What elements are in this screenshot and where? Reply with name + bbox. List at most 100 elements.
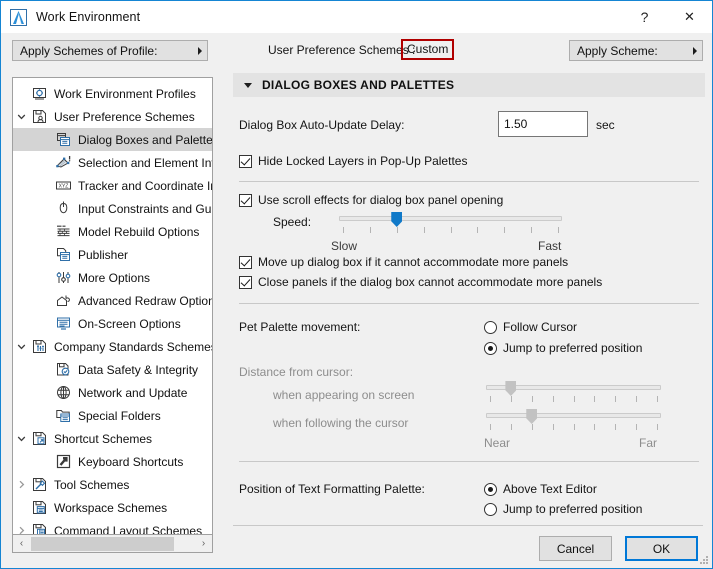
text-formatting-jump-radio[interactable] xyxy=(484,503,497,516)
chevron-down-icon[interactable] xyxy=(13,427,29,450)
sidebar-item-model-rebuild-options[interactable]: Model Rebuild Options xyxy=(13,220,213,243)
data-safety-and-integrity-icon xyxy=(55,361,72,378)
special-folders-icon xyxy=(55,407,72,424)
apply-scheme-dropdown[interactable]: Apply Scheme: xyxy=(569,40,703,61)
chevron-right-icon[interactable] xyxy=(13,473,29,496)
user-preference-schemes-value: Custom xyxy=(407,42,448,56)
sidebar-item-company-standards-schemes[interactable]: Company Standards Schemes xyxy=(13,335,213,358)
sidebar-item-user-preference-schemes[interactable]: User Preference Schemes xyxy=(13,105,213,128)
speed-slider[interactable] xyxy=(339,216,562,236)
tree-horizontal-scrollbar[interactable]: ‹ › xyxy=(12,535,213,553)
chevron-right-icon[interactable] xyxy=(13,519,29,535)
pet-palette-option-jump-to-preferred-position[interactable]: Jump to preferred position xyxy=(484,341,642,355)
auto-update-delay-unit: sec xyxy=(596,118,615,132)
distance-appearing-slider-ticks xyxy=(486,396,661,403)
close-button[interactable]: ✕ xyxy=(667,2,712,33)
sidebar-item-selection-and-element-information[interactable]: Selection and Element Information xyxy=(13,151,213,174)
close-panels-checkbox[interactable] xyxy=(239,276,252,289)
footer-divider xyxy=(233,525,703,526)
workspace-schemes-icon xyxy=(31,499,48,516)
distance-following-slider[interactable] xyxy=(486,413,661,433)
speed-slider-track[interactable] xyxy=(339,216,562,221)
sidebar-item-more-options[interactable]: More Options xyxy=(13,266,213,289)
sidebar-item-shortcut-schemes[interactable]: Shortcut Schemes xyxy=(13,427,213,450)
sidebar-item-network-and-update[interactable]: Network and Update xyxy=(13,381,213,404)
divider xyxy=(239,303,699,304)
use-scroll-effects-checkbox[interactable] xyxy=(239,194,252,207)
scroll-right-icon[interactable]: › xyxy=(195,535,212,552)
cancel-button[interactable]: Cancel xyxy=(539,536,612,561)
chevron-down-icon xyxy=(244,83,252,88)
panel-header[interactable]: DIALOG BOXES AND PALETTES xyxy=(233,73,705,97)
speed-label: Speed: xyxy=(273,215,311,229)
sidebar-item-workspace-schemes[interactable]: Workspace Schemes xyxy=(13,496,213,519)
distance-row-1-label: when following the cursor xyxy=(273,416,408,430)
resize-grip-icon[interactable] xyxy=(699,555,709,565)
work-environment-profiles-icon xyxy=(31,85,48,102)
dialog-boxes-and-palettes-icon xyxy=(55,131,72,148)
sidebar-item-label: Special Folders xyxy=(78,409,161,423)
shortcut-schemes-icon xyxy=(31,430,48,447)
apply-schemes-of-profile-dropdown[interactable]: Apply Schemes of Profile: xyxy=(12,40,208,61)
window-title: Work Environment xyxy=(36,10,140,24)
sidebar-item-keyboard-shortcuts[interactable]: Keyboard Shortcuts xyxy=(13,450,213,473)
jump-to-preferred-position-radio[interactable] xyxy=(484,342,497,355)
scrollbar-thumb[interactable] xyxy=(31,537,174,551)
auto-update-delay-input[interactable]: 1.50 xyxy=(498,111,588,137)
distance-from-cursor-label: Distance from cursor: xyxy=(239,365,353,379)
distance-appearing-slider[interactable] xyxy=(486,385,661,405)
close-panels-row[interactable]: Close panels if the dialog box cannot ac… xyxy=(239,275,602,289)
text-formatting-option-above-text-editor[interactable]: Above Text Editor xyxy=(484,482,597,496)
sidebar-item-input-constraints-and-guides[interactable]: Input Constraints and Guides xyxy=(13,197,213,220)
chevron-down-icon[interactable] xyxy=(13,335,29,358)
sidebar-item-data-safety-integrity[interactable]: Data Safety & Integrity xyxy=(13,358,213,381)
divider xyxy=(239,461,699,462)
speed-max-label: Fast xyxy=(538,239,561,253)
chevron-down-icon[interactable] xyxy=(13,105,29,128)
archicad-icon xyxy=(10,9,27,26)
scroll-left-icon[interactable]: ‹ xyxy=(13,535,30,552)
distance-row-0-label: when appearing on screen xyxy=(273,388,414,402)
sidebar-item-publisher[interactable]: Publisher xyxy=(13,243,213,266)
follow-cursor-radio[interactable] xyxy=(484,321,497,334)
model-rebuild-options-icon xyxy=(55,223,72,240)
selection-and-element-information-icon xyxy=(55,154,72,171)
sidebar-item-command-layout-schemes[interactable]: Command Layout Schemes xyxy=(13,519,213,535)
user-preference-schemes-label: User Preference Schemes : xyxy=(268,43,415,57)
follow-cursor-label: Follow Cursor xyxy=(503,320,577,334)
ok-button[interactable]: OK xyxy=(625,536,698,561)
move-up-dialog-checkbox[interactable] xyxy=(239,256,252,269)
jump-to-preferred-position-label: Jump to preferred position xyxy=(503,341,642,355)
speed-slider-thumb[interactable] xyxy=(391,212,402,227)
chevron-right-icon xyxy=(693,47,697,55)
sidebar-item-tracker-and-coordinate-input[interactable]: XYZTracker and Coordinate Input xyxy=(13,174,213,197)
sidebar-item-label: Shortcut Schemes xyxy=(54,432,152,446)
sidebar-item-advanced-redraw-options[interactable]: Advanced Redraw Options xyxy=(13,289,213,312)
use-scroll-effects-label: Use scroll effects for dialog box panel … xyxy=(258,193,503,207)
more-options-icon xyxy=(55,269,72,286)
hide-locked-layers-checkbox[interactable] xyxy=(239,155,252,168)
text-formatting-option-jump-to-preferred-position[interactable]: Jump to preferred position xyxy=(484,502,642,516)
sidebar-item-label: Tracker and Coordinate Input xyxy=(78,179,213,193)
distance-following-slider-thumb[interactable] xyxy=(526,409,537,424)
user-preference-schemes-icon xyxy=(31,108,48,125)
sidebar-item-special-folders[interactable]: Special Folders xyxy=(13,404,213,427)
above-text-editor-radio[interactable] xyxy=(484,483,497,496)
on-screen-options-icon xyxy=(55,315,72,332)
sidebar-item-on-screen-options[interactable]: On-Screen Options xyxy=(13,312,213,335)
apply-schemes-of-profile-label: Apply Schemes of Profile: xyxy=(20,44,157,58)
distance-appearing-slider-thumb[interactable] xyxy=(505,381,516,396)
divider xyxy=(239,181,699,182)
move-up-dialog-row[interactable]: Move up dialog box if it cannot accommod… xyxy=(239,255,568,269)
close-panels-label: Close panels if the dialog box cannot ac… xyxy=(258,275,602,289)
sidebar-item-tool-schemes[interactable]: Tool Schemes xyxy=(13,473,213,496)
apply-scheme-label: Apply Scheme: xyxy=(577,44,658,58)
schemes-tree-panel[interactable]: Work Environment Profiles User Preferenc… xyxy=(12,77,213,535)
help-button[interactable]: ? xyxy=(622,2,667,33)
hide-locked-layers-row[interactable]: Hide Locked Layers in Pop-Up Palettes xyxy=(239,154,467,168)
sidebar-item-dialog-boxes-and-palettes[interactable]: Dialog Boxes and Palettes xyxy=(13,128,213,151)
pet-palette-option-follow-cursor[interactable]: Follow Cursor xyxy=(484,320,577,334)
sidebar-item-work-environment-profiles[interactable]: Work Environment Profiles xyxy=(13,82,213,105)
use-scroll-effects-row[interactable]: Use scroll effects for dialog box panel … xyxy=(239,193,503,207)
distance-following-slider-track[interactable] xyxy=(486,413,661,418)
